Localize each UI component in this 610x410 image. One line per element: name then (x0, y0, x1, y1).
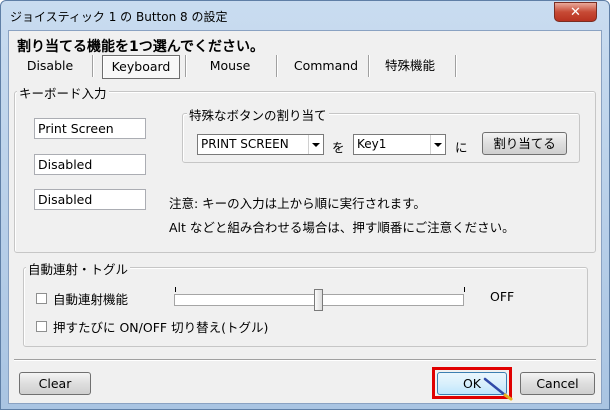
slider-thumb[interactable] (314, 289, 323, 311)
toggle-checkbox[interactable] (36, 321, 47, 332)
cancel-button[interactable]: Cancel (520, 372, 595, 395)
tab-separator (368, 55, 369, 77)
tab-command[interactable]: Command (285, 55, 367, 79)
tab-keyboard[interactable]: Keyboard (102, 55, 180, 79)
toggle-label: 押すたびに ON/OFF 切り替え(トグル) (53, 320, 269, 335)
special-group-label: 特殊なボタンの割り当て (187, 105, 329, 124)
window-title: ジョイスティック 1 の Button 8 の設定 (10, 10, 228, 24)
keyboard-group-label: キーボード入力 (17, 83, 109, 102)
wo-particle: を (332, 140, 345, 155)
key-slot-value: Key1 (357, 137, 387, 151)
order-note: 注意: キーの入力は上から順に実行されます。 (169, 196, 426, 211)
tab-separator (185, 55, 186, 77)
key-field-3[interactable]: Disabled (34, 189, 146, 210)
slider-tick-min (175, 287, 176, 292)
autofire-label: 自動連射機能 (53, 292, 129, 307)
title-bar[interactable]: ジョイスティック 1 の Button 8 の設定 ✕ (1, 1, 609, 31)
chevron-down-icon[interactable] (430, 135, 445, 154)
assign-button[interactable]: 割り当てる (482, 132, 567, 155)
ni-particle: に (455, 140, 468, 155)
footer-divider (14, 359, 596, 361)
slider-tick-max (464, 287, 465, 292)
chevron-down-icon[interactable] (308, 135, 323, 154)
close-icon: ✕ (570, 4, 581, 20)
tab-separator (92, 55, 93, 77)
key-field-1[interactable]: Print Screen (34, 118, 146, 139)
key-field-2[interactable]: Disabled (34, 154, 146, 175)
page-title: 割り当てる機能を1つ選んでください。 (17, 39, 265, 55)
clear-button[interactable]: Clear (19, 372, 91, 395)
autofire-checkbox[interactable] (36, 293, 47, 304)
autofire-group-label: 自動連射・トグル (26, 259, 131, 278)
tab-separator (455, 55, 456, 77)
tab-separator (276, 55, 277, 77)
combination-note: Alt などと組み合わせる場合は、押す順番にご注意ください。 (169, 220, 515, 235)
tab-special[interactable]: 特殊機能 (374, 55, 446, 79)
autofire-status: OFF (490, 289, 515, 304)
close-button[interactable]: ✕ (554, 2, 597, 22)
tab-mouse[interactable]: Mouse (195, 55, 265, 79)
tab-disable[interactable]: Disable (14, 55, 86, 79)
special-key-select[interactable]: PRINT SCREEN (197, 134, 324, 155)
dialog-window: ジョイスティック 1 の Button 8 の設定 ✕ 割り当てる機能を1つ選ん… (0, 0, 610, 410)
key-slot-select[interactable]: Key1 (353, 134, 446, 155)
special-key-value: PRINT SCREEN (201, 137, 289, 151)
dialog-body: 割り当てる機能を1つ選んでください。 Disable Keyboard Mous… (8, 30, 602, 404)
pen-cursor-icon (483, 377, 513, 401)
